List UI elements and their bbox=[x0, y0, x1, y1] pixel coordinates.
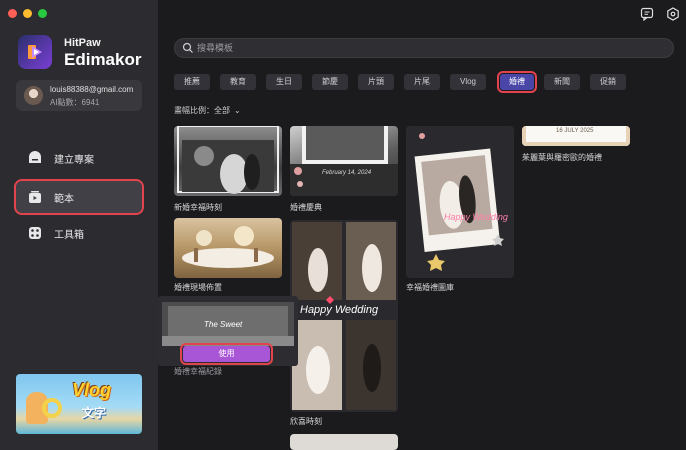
sidebar-item-toolbox[interactable]: 工具箱 bbox=[16, 217, 142, 249]
vlog-promo-banner[interactable]: Vlog 文字 bbox=[16, 374, 142, 434]
template-date-text: February 14, 2024 bbox=[322, 170, 372, 176]
template-thumbnail bbox=[290, 126, 398, 196]
ai-points: AI點數：6941 bbox=[50, 98, 100, 107]
toolbox-icon bbox=[29, 227, 41, 239]
template-overlay-text: Happy Wedding bbox=[300, 304, 379, 316]
template-overlay-text: Happy Wedding bbox=[444, 212, 508, 222]
brand-name-line1: HitPaw bbox=[64, 37, 101, 49]
aspect-ratio-label: 畫幅比例：全部 bbox=[174, 106, 230, 115]
user-email: louis88388@gmail.com bbox=[50, 85, 134, 94]
sidebar-item-label: 工具箱 bbox=[54, 230, 84, 241]
template-icon bbox=[29, 191, 41, 203]
template-name: 新婚幸福時刻 bbox=[174, 203, 222, 212]
promo-title: Vlog bbox=[72, 380, 111, 400]
template-name: 欣喜時刻 bbox=[290, 417, 322, 426]
template-thumbnail bbox=[406, 126, 514, 278]
sidebar: HitPaw Edimakor louis88388@gmail.com AI點… bbox=[0, 0, 158, 450]
brand-name-line2: Edimakor bbox=[64, 50, 142, 69]
template-name: 婚禮現場佈置 bbox=[174, 283, 222, 292]
minimize-window-button[interactable] bbox=[23, 9, 32, 18]
template-card-wedding-celebration[interactable]: February 14, 2024 bbox=[290, 126, 398, 196]
sidebar-item-label: 範本 bbox=[54, 194, 74, 205]
template-card-romeo-juliet-wedding[interactable]: 16 JULY 2025 bbox=[522, 126, 630, 146]
template-card-partial[interactable] bbox=[290, 434, 398, 450]
tab-festival[interactable]: 節慶 bbox=[312, 74, 348, 90]
tab-birthday[interactable]: 生日 bbox=[266, 74, 302, 90]
template-thumbnail bbox=[177, 126, 279, 194]
search-icon bbox=[182, 42, 193, 53]
template-grid: 新婚幸福時刻 February 14, 2024 婚禮慶典 婚禮現場佈置 Hap… bbox=[158, 126, 686, 450]
app-logo-icon bbox=[18, 35, 52, 69]
main-content: 推薦 教育 生日 節慶 片頭 片尾 Vlog 婚禮 新聞 促銷 畫幅比例：全部 ⌄ bbox=[158, 0, 686, 450]
sidebar-item-label: 建立專案 bbox=[54, 155, 94, 166]
template-name: 婚禮幸福紀錄 bbox=[174, 367, 222, 376]
tab-promotion[interactable]: 促銷 bbox=[590, 74, 626, 90]
tab-intro[interactable]: 片頭 bbox=[358, 74, 394, 90]
search-input[interactable] bbox=[197, 41, 657, 55]
sidebar-item-create-project[interactable]: 建立專案 bbox=[16, 142, 142, 174]
user-account-card[interactable]: louis88388@gmail.com AI點數：6941 bbox=[16, 80, 142, 111]
template-name: 茱麗葉與羅密歐的婚禮 bbox=[522, 153, 602, 162]
tab-outro[interactable]: 片尾 bbox=[404, 74, 440, 90]
maximize-window-button[interactable] bbox=[38, 9, 47, 18]
promo-subtitle: 文字 bbox=[82, 406, 107, 420]
template-thumbnail bbox=[292, 222, 396, 410]
aspect-ratio-filter[interactable]: 畫幅比例：全部 ⌄ bbox=[174, 105, 241, 116]
tab-wedding[interactable]: 婚禮 bbox=[497, 71, 537, 93]
tab-vlog[interactable]: Vlog bbox=[450, 74, 486, 90]
chevron-down-icon: ⌄ bbox=[234, 106, 241, 115]
avatar bbox=[24, 86, 43, 105]
message-icon[interactable] bbox=[640, 7, 654, 21]
window-controls bbox=[8, 9, 47, 18]
template-overlay-text: The Sweet bbox=[204, 320, 243, 329]
promo-float-ring-image bbox=[42, 398, 62, 418]
template-name: 幸福婚禮圖庫 bbox=[406, 283, 454, 292]
template-date-text: 16 JULY 2025 bbox=[556, 128, 594, 134]
sidebar-item-templates[interactable]: 範本 bbox=[14, 179, 144, 215]
template-card-wedding-venue[interactable] bbox=[174, 218, 282, 278]
template-thumbnail bbox=[182, 226, 274, 268]
template-name: 婚禮慶典 bbox=[290, 203, 322, 212]
tab-education[interactable]: 教育 bbox=[220, 74, 256, 90]
template-card-new-wedding[interactable] bbox=[174, 126, 282, 196]
use-template-button[interactable]: 使用 bbox=[180, 343, 273, 365]
close-window-button[interactable] bbox=[8, 9, 17, 18]
template-card-happy-wedding-gallery[interactable]: Happy Wedding bbox=[406, 126, 514, 278]
tab-news[interactable]: 新聞 bbox=[544, 74, 580, 90]
tab-recommended[interactable]: 推薦 bbox=[174, 74, 210, 90]
settings-icon[interactable] bbox=[666, 7, 680, 21]
home-icon bbox=[29, 151, 41, 163]
app-window: HitPaw Edimakor louis88388@gmail.com AI點… bbox=[0, 0, 686, 450]
template-search-bar[interactable] bbox=[174, 38, 674, 58]
template-card-joyful-moment[interactable]: Happy Wedding bbox=[290, 220, 398, 412]
